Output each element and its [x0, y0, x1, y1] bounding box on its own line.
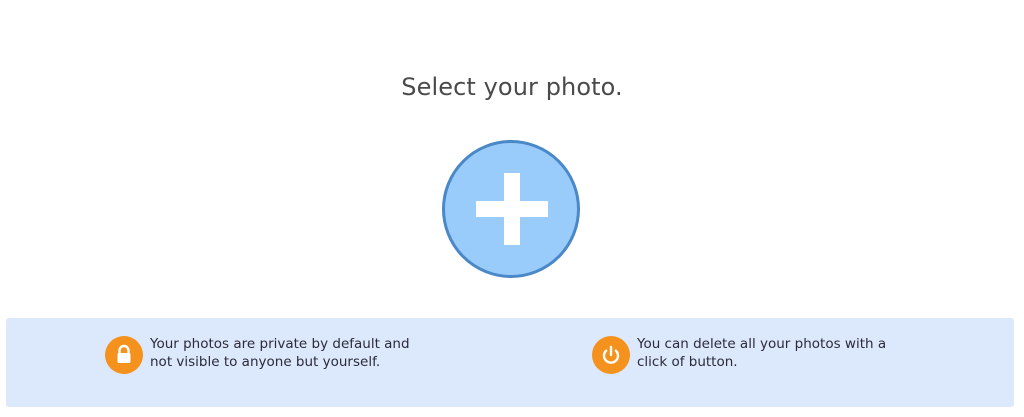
lock-icon — [117, 344, 131, 363]
power-icon — [602, 345, 620, 364]
delete-info-text: You can delete all your photos with a cl… — [637, 336, 887, 370]
delete-info: You can delete all your photos with a cl… — [592, 335, 912, 374]
power-badge — [592, 336, 630, 374]
plus-icon — [476, 173, 548, 245]
privacy-info: Your photos are private by default and n… — [105, 335, 425, 374]
lock-badge — [105, 336, 143, 374]
page-title: Select your photo. — [401, 73, 623, 101]
photo-select-page: Select your photo. Your photos are priva… — [0, 0, 1024, 417]
info-bar: Your photos are private by default and n… — [6, 318, 1014, 407]
add-photo-button[interactable] — [442, 140, 580, 278]
privacy-info-text: Your photos are private by default and n… — [150, 336, 410, 370]
